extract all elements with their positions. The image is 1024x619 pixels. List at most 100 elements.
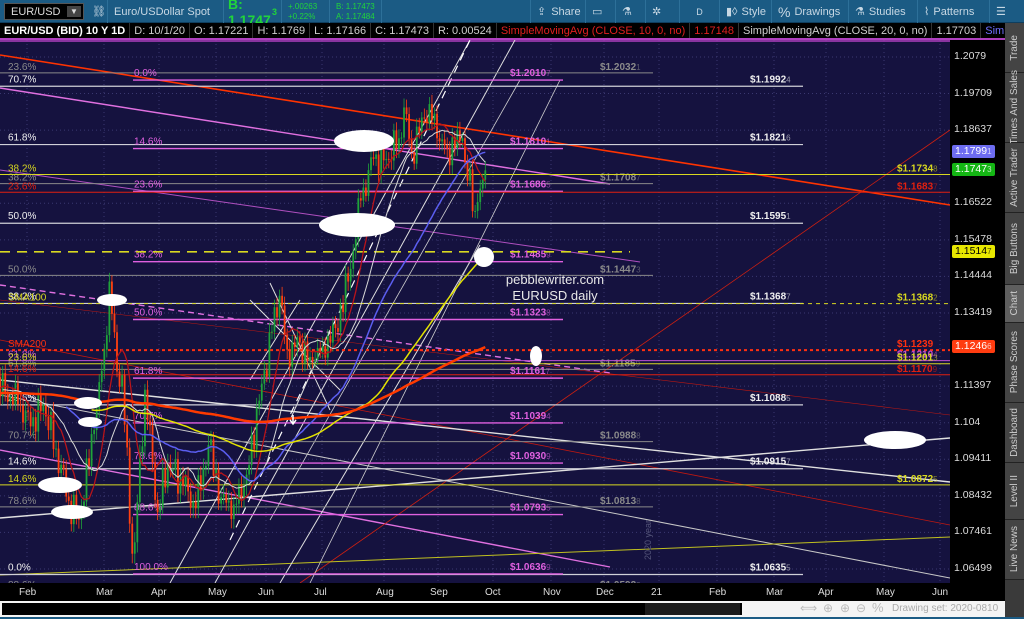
style-button[interactable]: ▮◊ Style bbox=[720, 0, 772, 23]
candle-body bbox=[321, 346, 324, 353]
sidebar-tab-chart[interactable]: Chart bbox=[1005, 285, 1024, 323]
price-axis-label: 1.104 bbox=[954, 415, 981, 428]
fib-level-price: $1.07935 bbox=[510, 503, 551, 514]
sidebar-tab-phase-scores[interactable]: Phase Scores bbox=[1005, 323, 1024, 403]
fib-level-price: $1.16865 bbox=[510, 179, 551, 190]
candle-body bbox=[347, 273, 350, 282]
candle-body bbox=[258, 400, 261, 408]
fib-level-percent: 61.8% bbox=[134, 366, 162, 377]
candle-body bbox=[144, 389, 146, 447]
price-axis[interactable]: 1.2079 1.19709 1.18637 1.16522 1.15478 1.1444… bbox=[950, 40, 1005, 583]
fib-level-percent: 70.7% bbox=[8, 74, 36, 85]
drawing-set-label[interactable]: Drawing set: 2020-0810 bbox=[892, 603, 998, 614]
candle-body bbox=[6, 393, 9, 402]
fib-level-price: $1.14473 bbox=[600, 264, 641, 275]
date-axis[interactable]: Feb Mar Apr May Jun Jul Aug Sep Oct Nov Dec 21 Feb Ma… bbox=[0, 583, 1005, 601]
fib-level-price: $1.09888 bbox=[600, 431, 641, 442]
candle-body bbox=[232, 504, 235, 520]
candle-body bbox=[11, 396, 14, 405]
date-axis-label: 21 bbox=[651, 587, 663, 598]
candle-body bbox=[27, 410, 29, 412]
highlight-ellipse bbox=[864, 431, 926, 449]
scrollbar-thumb[interactable] bbox=[645, 603, 740, 615]
date-axis-label: Mar bbox=[96, 587, 114, 598]
link-icon[interactable]: ⛓ bbox=[88, 0, 108, 23]
scrollbar-track[interactable] bbox=[2, 603, 742, 615]
price-axis-label: 1.07461 bbox=[954, 525, 992, 538]
candle-body bbox=[293, 342, 296, 348]
fib-level-price: $1.13687 bbox=[750, 291, 791, 302]
level-percent: 38.2% bbox=[8, 164, 36, 175]
candle-body bbox=[62, 464, 65, 470]
sma20-label: SimpleMovingAvg (CLOSE, 20, 0, no) bbox=[739, 23, 933, 38]
patterns-button[interactable]: ⌇ Patterns bbox=[918, 0, 990, 23]
candle-body bbox=[349, 268, 352, 282]
candle-body bbox=[329, 335, 332, 343]
price-axis-label: 1.19709 bbox=[954, 86, 992, 99]
crosshair-icon[interactable]: ⊕ bbox=[823, 601, 833, 615]
candle-body bbox=[456, 130, 459, 149]
level-price: $1.08725 bbox=[897, 474, 938, 485]
studies-button[interactable]: ⚗ Studies bbox=[849, 0, 918, 23]
fib-level-percent: 78.6% bbox=[8, 496, 36, 507]
price-chart[interactable]: 23.6% $1.20321 38.2% $1.17087 50.0% $1.14473 6… bbox=[0, 40, 950, 583]
chart-canvas[interactable]: 23.6% $1.2032138.2% $1.1708750.0% $1.144736… bbox=[0, 40, 950, 583]
zoom-out-icon[interactable]: ⊖ bbox=[856, 601, 866, 615]
sidebar-tab-active-trader[interactable]: Active Trader bbox=[1005, 143, 1024, 213]
candle-body bbox=[131, 523, 134, 554]
level-price: $1.1239 bbox=[897, 339, 934, 350]
sidebar-tab-times-and-sales[interactable]: Times And Sales bbox=[1005, 70, 1024, 145]
candle-body bbox=[362, 187, 365, 201]
fib-level-percent: 50.0% bbox=[8, 264, 36, 275]
sidebar-tab-dashboard[interactable]: Dashboard bbox=[1005, 403, 1024, 463]
candle-body bbox=[291, 342, 294, 367]
fib-level-price: $1.13238 bbox=[510, 308, 551, 319]
candle-body bbox=[387, 158, 390, 160]
gear-icon[interactable]: ✲ bbox=[646, 0, 680, 23]
date-axis-label: Feb bbox=[709, 587, 727, 598]
highlight-ellipse bbox=[319, 213, 395, 237]
candle-body bbox=[263, 370, 266, 384]
fib-level-percent: 0.0% bbox=[8, 562, 31, 573]
candle-body bbox=[418, 126, 421, 134]
period-button[interactable]: D bbox=[680, 0, 720, 23]
sidebar-tab-level-ii[interactable]: Level II bbox=[1005, 463, 1024, 520]
highlight-ellipse bbox=[78, 417, 102, 427]
price-axis-label: 1.2079 bbox=[954, 50, 987, 62]
date-axis-label: Feb bbox=[19, 587, 37, 598]
candle-body bbox=[423, 117, 426, 119]
zoom-in-icon[interactable]: ⊕ bbox=[840, 601, 850, 615]
alert-icon[interactable]: ▭ bbox=[586, 0, 616, 23]
candle-body bbox=[174, 459, 177, 470]
candle-body bbox=[159, 507, 162, 513]
change-percent: +0.22% bbox=[288, 11, 316, 21]
candle-body bbox=[403, 107, 405, 138]
chevron-down-icon[interactable]: ▼ bbox=[67, 6, 81, 17]
candle-body bbox=[273, 307, 276, 332]
candle-body bbox=[118, 371, 121, 387]
share-icon: ⇪ bbox=[537, 6, 547, 18]
symbol-selector[interactable]: EUR/USD ▼ bbox=[4, 3, 84, 20]
menu-icon[interactable]: ☰ bbox=[990, 0, 1024, 23]
candle-body bbox=[372, 157, 375, 159]
candle-body bbox=[220, 497, 223, 504]
drawings-button[interactable]: % Drawings bbox=[772, 0, 849, 23]
pan-icon[interactable]: ⟺ bbox=[800, 601, 817, 615]
fib-level-price: $1.09157 bbox=[750, 457, 791, 468]
flask-icon[interactable]: ⚗ bbox=[616, 0, 646, 23]
change-box: +.00263 +0.22% bbox=[282, 0, 330, 23]
candle-body bbox=[281, 295, 283, 306]
share-button[interactable]: ⇪ Share bbox=[530, 0, 586, 23]
sma10-label: SimpleMovingAvg (CLOSE, 10, 0, no) bbox=[497, 23, 691, 38]
sidebar-tab-big-buttons[interactable]: Big Buttons bbox=[1005, 213, 1024, 285]
candle-body bbox=[42, 404, 45, 412]
date-axis-label: Jul bbox=[314, 587, 327, 598]
candle-body bbox=[184, 476, 187, 486]
candle-body bbox=[469, 169, 471, 181]
sidebar-tab-live-news[interactable]: Live News bbox=[1005, 520, 1024, 580]
candle-body bbox=[481, 179, 484, 189]
percent-icon[interactable]: % bbox=[872, 600, 884, 615]
fib-level-percent: 14.6% bbox=[134, 137, 162, 148]
candle-body bbox=[352, 251, 355, 269]
sidebar-tab-trade[interactable]: Trade bbox=[1005, 23, 1024, 73]
